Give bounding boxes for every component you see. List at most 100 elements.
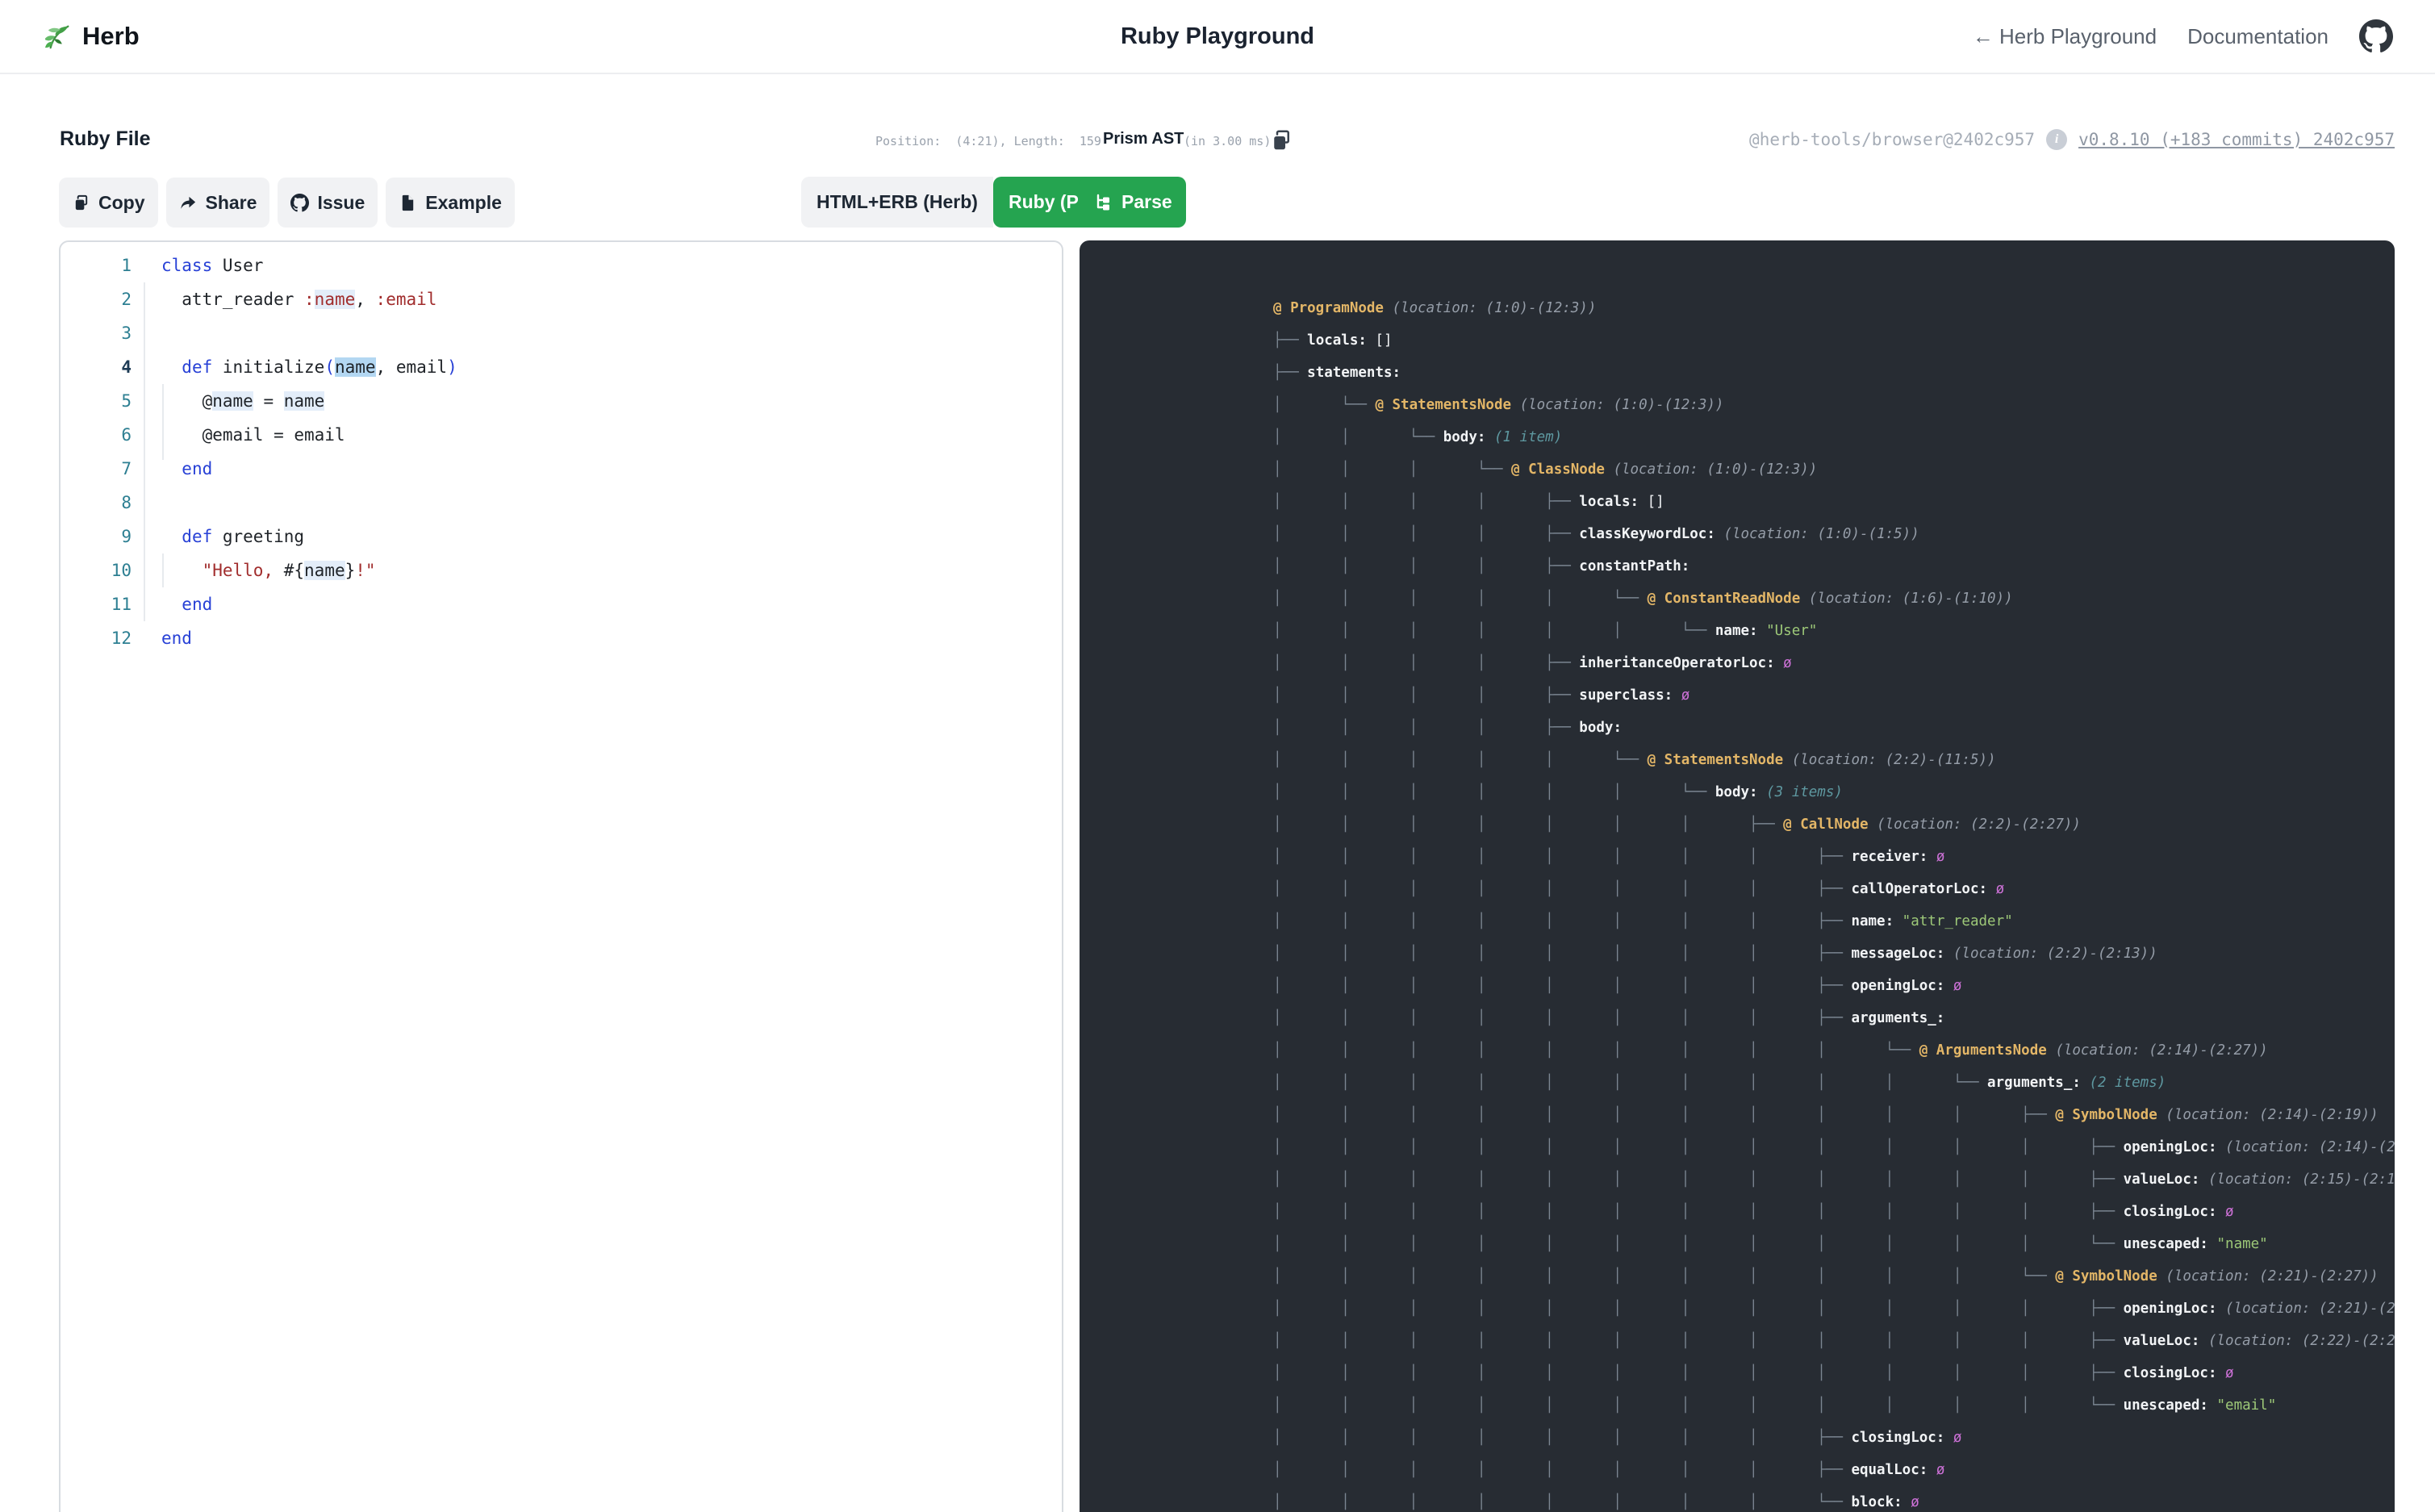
tree-icon — [1093, 193, 1113, 212]
code-text: def greeting — [132, 520, 304, 553]
ast-row: ├── locals: [] — [1273, 324, 2395, 357]
code-line[interactable]: 9 def greeting — [61, 520, 1062, 553]
header-nav: ← Herb Playground Documentation — [1973, 0, 2393, 73]
ast-row: @ ProgramNode (location: (1:0)-(12:3)) — [1273, 292, 2395, 324]
line-number: 11 — [61, 587, 132, 621]
copy-ast-icon[interactable] — [1269, 127, 1293, 153]
code-line[interactable]: 1class User — [61, 249, 1062, 282]
code-text: def initialize(name, email) — [132, 350, 457, 384]
code-text: class User — [132, 249, 263, 282]
ast-row: │ │ │ │ │ │ └── body: (3 items) — [1273, 776, 2395, 808]
ast-row: │ │ │ │ │ │ │ │ └── block: ø — [1273, 1486, 2395, 1512]
indent-guide — [162, 553, 164, 587]
example-button-label: Example — [425, 192, 502, 214]
ast-row: │ │ │ │ │ │ └── name: "User" — [1273, 615, 2395, 647]
code-text — [132, 316, 161, 350]
ast-row: │ │ │ │ ├── constantPath: — [1273, 550, 2395, 583]
indent-guide — [162, 384, 164, 460]
ast-row: │ │ │ │ │ │ │ │ ├── receiver: ø — [1273, 841, 2395, 873]
code-line[interactable]: 10 "Hello, #{name}!" — [61, 553, 1062, 587]
ast-row: │ │ │ │ │ │ │ │ │ │ │ │ ├── valueLoc: (l… — [1273, 1325, 2395, 1357]
code-line[interactable]: 12end — [61, 621, 1062, 655]
code-text: @name = name — [132, 384, 324, 418]
ast-row: │ │ │ │ ├── superclass: ø — [1273, 679, 2395, 712]
ast-row: │ │ │ │ │ │ │ │ ├── closingLoc: ø — [1273, 1422, 2395, 1454]
indent-guide — [144, 282, 145, 621]
ast-row: │ │ │ │ │ │ │ ├── @ CallNode (location: … — [1273, 808, 2395, 841]
ast-row: │ │ │ └── @ ClassNode (location: (1:0)-(… — [1273, 453, 2395, 486]
editor-actions: Copy Share Issue — [59, 178, 515, 228]
ast-row: │ │ │ │ │ │ │ │ ├── equalLoc: ø — [1273, 1454, 2395, 1486]
ast-row: │ │ └── body: (1 item) — [1273, 421, 2395, 453]
code-text: end — [132, 621, 192, 655]
ast-tree-panel[interactable]: @ ProgramNode (location: (1:0)-(12:3))├─… — [1080, 240, 2395, 1512]
ast-row: ├── statements: — [1273, 357, 2395, 389]
line-number: 1 — [61, 249, 132, 282]
info-icon[interactable]: i — [2046, 129, 2067, 150]
line-number: 5 — [61, 384, 132, 418]
code-editor[interactable]: 1class User2 attr_reader :name, :email34… — [59, 240, 1063, 1512]
cursor-position-status: Position: (4:21), Length: 159 — [875, 134, 1101, 148]
version-info: @herb-tools/browser@2402c957 i v0.8.10 (… — [1749, 129, 2395, 150]
parse-button[interactable]: Parse — [1080, 177, 1186, 228]
issue-button-label: Issue — [317, 192, 365, 214]
line-number: 4 — [61, 350, 132, 384]
ast-row: │ │ │ │ │ └── @ StatementsNode (location… — [1273, 744, 2395, 776]
issue-button[interactable]: Issue — [278, 178, 378, 228]
share-button[interactable]: Share — [166, 178, 270, 228]
ast-row: │ │ │ │ ├── body: — [1273, 712, 2395, 744]
code-text: attr_reader :name, :email — [132, 282, 436, 316]
tab-html-erb[interactable]: HTML+ERB (Herb) — [801, 177, 993, 228]
line-number: 6 — [61, 418, 132, 452]
ast-row: │ │ │ │ │ │ │ │ │ │ │ │ └── unescaped: "… — [1273, 1228, 2395, 1260]
code-line[interactable]: 2 attr_reader :name, :email — [61, 282, 1062, 316]
ast-row: │ │ │ │ │ │ │ │ │ │ │ │ ├── closingLoc: … — [1273, 1196, 2395, 1228]
code-line[interactable]: 8 — [61, 486, 1062, 520]
github-icon[interactable] — [2359, 19, 2393, 53]
ast-row: │ │ │ │ │ │ │ │ │ │ │ │ ├── valueLoc: (l… — [1273, 1163, 2395, 1196]
ast-row: │ │ │ │ │ │ │ │ ├── name: "attr_reader" — [1273, 905, 2395, 938]
ast-row: │ │ │ │ │ │ │ │ │ │ │ │ └── unescaped: "… — [1273, 1389, 2395, 1422]
line-number: 7 — [61, 452, 132, 486]
ast-row: │ │ │ │ │ │ │ │ │ │ │ └── @ SymbolNode (… — [1273, 1260, 2395, 1293]
ast-row: │ │ │ │ │ │ │ │ ├── arguments_: — [1273, 1002, 2395, 1034]
package-version: @herb-tools/browser@2402c957 — [1749, 130, 2035, 149]
code-line[interactable]: 6 @email = email — [61, 418, 1062, 452]
code-text — [132, 486, 161, 520]
copy-button[interactable]: Copy — [59, 178, 158, 228]
file-icon — [399, 194, 417, 212]
example-button[interactable]: Example — [386, 178, 515, 228]
code-lines: 1class User2 attr_reader :name, :email34… — [61, 249, 1062, 655]
ast-row: │ │ │ │ │ │ │ │ ├── messageLoc: (locatio… — [1273, 938, 2395, 970]
code-line[interactable]: 5 @name = name — [61, 384, 1062, 418]
ast-row: │ │ │ │ │ │ │ │ ├── callOperatorLoc: ø — [1273, 873, 2395, 905]
code-line[interactable]: 11 end — [61, 587, 1062, 621]
ast-row: │ │ │ │ ├── locals: [] — [1273, 486, 2395, 518]
share-button-label: Share — [206, 192, 257, 214]
line-number: 8 — [61, 486, 132, 520]
documentation-link[interactable]: Documentation — [2187, 24, 2328, 49]
code-line[interactable]: 7 end — [61, 452, 1062, 486]
parse-button-label: Parse — [1121, 191, 1172, 213]
github-octocat-icon — [290, 194, 309, 212]
copy-icon — [72, 194, 90, 212]
code-line[interactable]: 3 — [61, 316, 1062, 350]
version-link[interactable]: v0.8.10 (+183 commits) 2402c957 — [2078, 130, 2395, 149]
line-number: 3 — [61, 316, 132, 350]
line-number: 12 — [61, 621, 132, 655]
ast-row: │ │ │ │ ├── classKeywordLoc: (location: … — [1273, 518, 2395, 550]
ast-row: │ │ │ │ │ │ │ │ │ │ │ │ ├── closingLoc: … — [1273, 1357, 2395, 1389]
back-to-playground-link[interactable]: ← Herb Playground — [1973, 24, 2157, 49]
ast-row: │ │ │ │ │ │ │ │ │ └── @ ArgumentsNode (l… — [1273, 1034, 2395, 1067]
ast-row: │ │ │ │ │ │ │ │ │ │ │ │ ├── openingLoc: … — [1273, 1131, 2395, 1163]
ast-row: │ │ │ │ │ └── @ ConstantReadNode (locati… — [1273, 583, 2395, 615]
ast-row: │ │ │ │ │ │ │ │ │ │ │ │ ├── openingLoc: … — [1273, 1293, 2395, 1325]
code-line[interactable]: 4 def initialize(name, email) — [61, 350, 1062, 384]
ast-panel-title: Prism AST — [1103, 130, 1184, 148]
ast-row: │ │ │ │ │ │ │ │ │ │ └── arguments_: (2 i… — [1273, 1067, 2395, 1099]
ast-row: │ │ │ │ │ │ │ │ │ │ │ ├── @ SymbolNode (… — [1273, 1099, 2395, 1131]
editor-panel-title: Ruby File — [60, 127, 151, 151]
parse-timing: (in 3.00 ms) — [1184, 134, 1271, 148]
ast-row: │ │ │ │ ├── inheritanceOperatorLoc: ø — [1273, 647, 2395, 679]
ruby-playground-page: Herb Ruby Playground ← Herb Playground D… — [0, 0, 2435, 1512]
